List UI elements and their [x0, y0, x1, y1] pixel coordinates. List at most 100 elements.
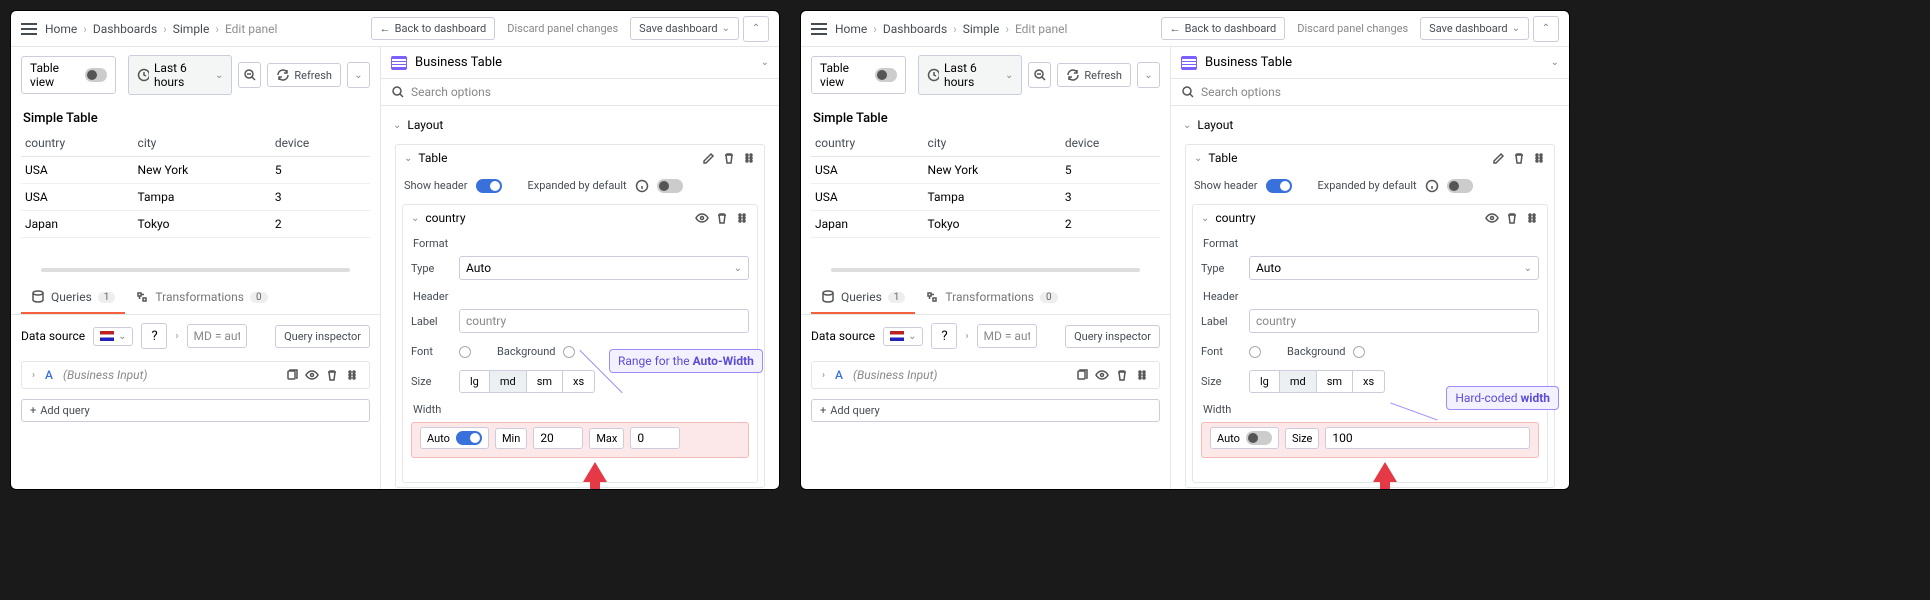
section-country[interactable]: ⌄country [1193, 205, 1547, 231]
query-inspector-button[interactable]: Query inspector [1065, 325, 1160, 348]
trash-icon[interactable] [715, 211, 729, 225]
auto-width-toggle[interactable] [456, 431, 482, 445]
datasource-select[interactable]: ⌄ [93, 327, 133, 346]
crumb-dashboards[interactable]: Dashboards [93, 22, 157, 36]
expression-input[interactable] [187, 324, 247, 348]
add-query-button[interactable]: + Add query [21, 399, 370, 422]
ds-help-button[interactable]: ? [931, 323, 957, 349]
scrollbar[interactable] [41, 268, 350, 272]
drag-icon[interactable] [1135, 368, 1149, 382]
table-view-switch[interactable] [875, 68, 898, 82]
save-button[interactable]: Save dashboard ⌄ [630, 17, 739, 40]
zoom-out-button[interactable] [1028, 62, 1051, 88]
type-select[interactable]: Auto⌄ [1249, 256, 1539, 280]
expression-input[interactable] [977, 324, 1037, 348]
max-input[interactable] [630, 427, 680, 449]
discard-button[interactable]: Discard panel changes [1289, 18, 1416, 39]
auto-width-toggle[interactable] [1246, 431, 1272, 445]
section-layout[interactable]: ⌄Layout [1171, 112, 1569, 138]
trash-icon[interactable] [325, 368, 339, 382]
trash-icon[interactable] [1512, 151, 1526, 165]
back-button[interactable]: ← Back to dashboard [1161, 17, 1286, 40]
scrollbar[interactable] [831, 268, 1140, 272]
info-icon[interactable] [1425, 179, 1439, 193]
tab-queries[interactable]: Queries 1 [811, 282, 915, 314]
search-options-input[interactable]: Search options [1181, 85, 1559, 99]
section-country[interactable]: ⌄country [403, 205, 757, 231]
min-input[interactable] [533, 427, 583, 449]
crumb-dashboards[interactable]: Dashboards [883, 22, 947, 36]
add-query-button[interactable]: + Add query [811, 399, 1160, 422]
back-button[interactable]: ← Back to dashboard [371, 17, 496, 40]
expanded-toggle[interactable] [657, 179, 683, 193]
background-radio[interactable] [563, 346, 575, 358]
show-header-toggle[interactable] [1266, 179, 1292, 193]
edit-icon[interactable] [702, 151, 716, 165]
expanded-toggle[interactable] [1447, 179, 1473, 193]
label-input[interactable] [1249, 309, 1539, 333]
copy-icon[interactable] [1075, 368, 1089, 382]
collapse-button[interactable]: ⌃ [743, 16, 769, 42]
type-select[interactable]: Auto⌄ [459, 256, 749, 280]
eye-icon[interactable] [1485, 211, 1499, 225]
menu-icon[interactable] [811, 23, 827, 35]
refresh-button[interactable]: Refresh [267, 63, 341, 87]
label-input[interactable] [459, 309, 749, 333]
drag-icon[interactable] [1532, 151, 1546, 165]
trash-icon[interactable] [1115, 368, 1129, 382]
drag-icon[interactable] [1525, 211, 1539, 225]
drag-icon[interactable] [742, 151, 756, 165]
drag-icon[interactable] [735, 211, 749, 225]
font-radio[interactable] [459, 346, 471, 358]
crumb-home[interactable]: Home [45, 22, 77, 36]
collapse-button[interactable]: ⌃ [1533, 16, 1559, 42]
trash-icon[interactable] [722, 151, 736, 165]
eye-icon[interactable] [305, 368, 319, 382]
background-radio[interactable] [1353, 346, 1365, 358]
search-options-input[interactable]: Search options [391, 85, 769, 99]
crumb-simple[interactable]: Simple [963, 22, 1000, 36]
crumb-simple[interactable]: Simple [173, 22, 210, 36]
table-view-toggle[interactable]: Table view [811, 56, 906, 94]
zoom-out-button[interactable] [238, 62, 261, 88]
seg-md[interactable]: md [490, 371, 527, 392]
query-row[interactable]: › A (Business Input) [811, 361, 1160, 389]
tab-transformations[interactable]: Transformations 0 [915, 282, 1067, 314]
size-segments[interactable]: lg md sm xs [459, 370, 595, 393]
seg-md[interactable]: md [1280, 371, 1317, 392]
refresh-interval-button[interactable]: ⌄ [1137, 62, 1160, 88]
seg-sm[interactable]: sm [1317, 371, 1353, 392]
col-device[interactable]: device [1061, 130, 1160, 157]
font-radio[interactable] [1249, 346, 1261, 358]
time-range-picker[interactable]: Last 6 hours ⌄ [918, 55, 1022, 95]
eye-icon[interactable] [1095, 368, 1109, 382]
drag-icon[interactable] [345, 368, 359, 382]
section-table[interactable]: ⌄Table [396, 145, 764, 171]
chevron-right-icon[interactable]: › [965, 331, 968, 342]
refresh-interval-button[interactable]: ⌄ [347, 62, 370, 88]
eye-icon[interactable] [695, 211, 709, 225]
viz-name[interactable]: Business Table [415, 55, 502, 70]
seg-sm[interactable]: sm [527, 371, 563, 392]
ds-help-button[interactable]: ? [141, 323, 167, 349]
tab-queries[interactable]: Queries 1 [21, 282, 125, 314]
query-row[interactable]: › A (Business Input) [21, 361, 370, 389]
menu-icon[interactable] [21, 23, 37, 35]
trash-icon[interactable] [1505, 211, 1519, 225]
seg-lg[interactable]: lg [1250, 371, 1280, 392]
seg-lg[interactable]: lg [460, 371, 490, 392]
seg-xs[interactable]: xs [563, 371, 594, 392]
col-city[interactable]: city [134, 130, 271, 157]
col-country[interactable]: country [811, 130, 924, 157]
col-device[interactable]: device [271, 130, 370, 157]
section-table[interactable]: ⌄Table [1186, 145, 1554, 171]
info-icon[interactable] [635, 179, 649, 193]
crumb-home[interactable]: Home [835, 22, 867, 36]
show-header-toggle[interactable] [476, 179, 502, 193]
time-range-picker[interactable]: Last 6 hours ⌄ [128, 55, 232, 95]
tab-transformations[interactable]: Transformations 0 [125, 282, 277, 314]
col-city[interactable]: city [924, 130, 1061, 157]
chevron-right-icon[interactable]: › [175, 331, 178, 342]
datasource-select[interactable]: ⌄ [883, 327, 923, 346]
edit-icon[interactable] [1492, 151, 1506, 165]
